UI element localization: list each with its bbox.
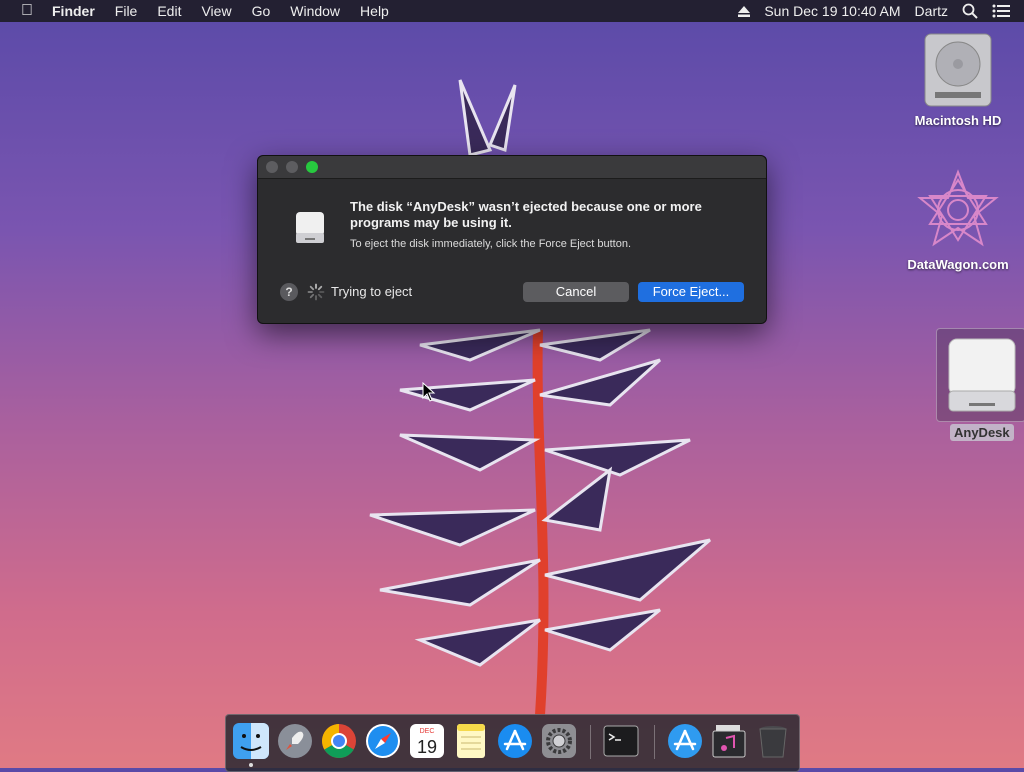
close-button[interactable] bbox=[266, 161, 278, 173]
gear-icon bbox=[542, 724, 576, 758]
datawagon-logo-icon bbox=[917, 169, 999, 247]
menu-window[interactable]: Window bbox=[290, 3, 340, 19]
notification-center-icon[interactable] bbox=[992, 4, 1010, 18]
trash-icon bbox=[759, 726, 787, 758]
apple-menu-icon[interactable]:  bbox=[16, 2, 38, 20]
user-name[interactable]: Dartz bbox=[915, 3, 948, 19]
datawagon-desktop-icon[interactable]: DataWagon.com bbox=[900, 168, 1016, 272]
dock-calendar[interactable]: DEC 19 bbox=[408, 722, 446, 760]
dock-system-preferences[interactable] bbox=[540, 722, 578, 760]
dock-finder[interactable] bbox=[232, 722, 270, 760]
clock[interactable]: Sun Dec 19 10:40 AM bbox=[764, 3, 900, 19]
dock-downloads-stack[interactable] bbox=[710, 722, 748, 760]
dock: DEC 19 bbox=[225, 714, 800, 772]
menu-extras: Sun Dec 19 10:40 AM Dartz bbox=[738, 0, 1024, 22]
status-text: Trying to eject bbox=[331, 284, 413, 299]
anydesk-disk-desktop-icon[interactable] bbox=[936, 328, 1024, 422]
dock-separator bbox=[654, 725, 655, 759]
force-eject-button[interactable]: Force Eject... bbox=[638, 282, 744, 302]
menu-go[interactable]: Go bbox=[252, 3, 271, 19]
dialog-message: To eject the disk immediately, click the… bbox=[350, 238, 632, 250]
notes-icon bbox=[457, 724, 485, 758]
chrome-icon bbox=[322, 724, 356, 758]
app-store-icon bbox=[498, 724, 532, 758]
menu-bar:  Finder File Edit View Go Window Help S… bbox=[0, 0, 1024, 22]
terminal-icon bbox=[603, 725, 639, 757]
mouse-cursor-icon bbox=[422, 382, 436, 402]
hard-drive-icon bbox=[924, 33, 992, 107]
finder-icon bbox=[233, 723, 269, 759]
dock-terminal[interactable] bbox=[602, 722, 640, 760]
minimize-button[interactable] bbox=[286, 161, 298, 173]
launchpad-rocket-icon bbox=[278, 724, 312, 758]
anydesk-label[interactable]: AnyDesk bbox=[950, 424, 1014, 441]
desktop-wallpaper bbox=[369, 79, 711, 716]
eject-failed-dialog: The disk “AnyDesk” wasn’t ejected becaus… bbox=[257, 155, 767, 324]
dock-safari[interactable] bbox=[364, 722, 402, 760]
progress-spinner-icon bbox=[307, 283, 325, 301]
dock-applications-folder[interactable] bbox=[666, 722, 704, 760]
dialog-title: The disk “AnyDesk” wasn’t ejected becaus… bbox=[350, 199, 702, 230]
datawagon-label: DataWagon.com bbox=[907, 257, 1009, 272]
dialog-titlebar[interactable] bbox=[258, 156, 766, 179]
menu-finder[interactable]: Finder bbox=[52, 3, 95, 19]
help-button[interactable]: ? bbox=[280, 283, 298, 301]
menu-help[interactable]: Help bbox=[360, 3, 389, 19]
calendar-day: 19 bbox=[417, 737, 437, 757]
dock-launchpad[interactable] bbox=[276, 722, 314, 760]
dock-app-store[interactable] bbox=[496, 722, 534, 760]
eject-icon[interactable] bbox=[738, 5, 751, 17]
calendar-month: DEC bbox=[420, 728, 435, 735]
calendar-icon: DEC 19 bbox=[410, 724, 444, 758]
menu-view[interactable]: View bbox=[201, 3, 231, 19]
menu-file[interactable]: File bbox=[115, 3, 138, 19]
spotlight-search-icon[interactable] bbox=[962, 3, 978, 19]
macintosh-hd-desktop-icon[interactable]: Macintosh HD bbox=[910, 30, 1006, 128]
running-indicator bbox=[249, 763, 253, 767]
disk-icon bbox=[296, 212, 324, 243]
dock-trash[interactable] bbox=[754, 722, 792, 760]
dock-chrome[interactable] bbox=[320, 722, 358, 760]
cancel-button[interactable]: Cancel bbox=[523, 282, 629, 302]
menu-edit[interactable]: Edit bbox=[157, 3, 181, 19]
macintosh-hd-label: Macintosh HD bbox=[914, 113, 1002, 128]
zoom-button[interactable] bbox=[306, 161, 318, 173]
dock-notes[interactable] bbox=[452, 722, 490, 760]
external-disk-icon bbox=[948, 338, 1016, 412]
dock-separator bbox=[590, 725, 591, 759]
safari-compass-icon bbox=[366, 724, 400, 758]
applications-folder-icon bbox=[668, 724, 702, 758]
downloads-stack-icon bbox=[712, 725, 746, 758]
